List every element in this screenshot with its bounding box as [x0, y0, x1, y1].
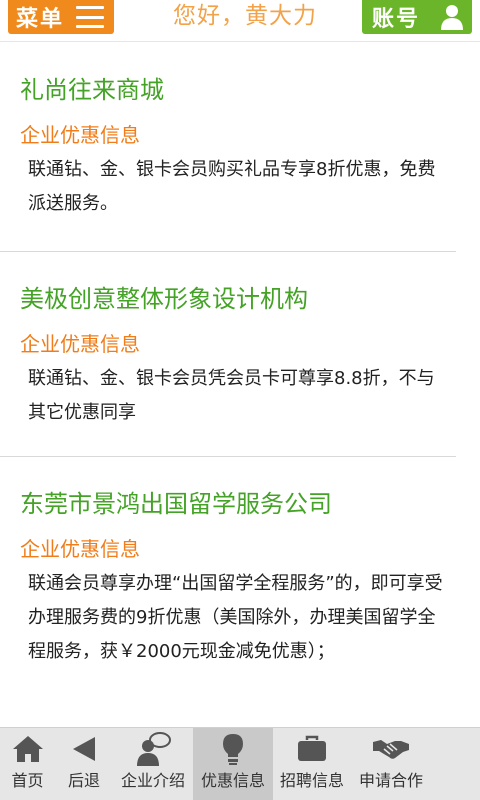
top-bar: 菜单 您好，黄大力 账号	[0, 0, 480, 42]
menu-button-label: 菜单	[16, 7, 65, 32]
nav-cooperation-label: 申请合作	[358, 771, 423, 790]
briefcase-icon	[273, 728, 351, 770]
bottom-nav: 首页 后退 企业介绍 优惠信息 招聘信息 申请合作	[0, 727, 480, 800]
nav-company-intro[interactable]: 企业介绍	[113, 728, 193, 800]
offer-description: 联通会员尊享办理“出国留学全程服务”的，即可享受办理服务费的9折优惠（美国除外，…	[28, 573, 443, 662]
offer-category: 企业优惠信息	[20, 123, 140, 147]
offer-company-name[interactable]: 美极创意整体形象设计机构	[20, 282, 456, 316]
offer-item[interactable]: 美极创意整体形象设计机构 企业优惠信息 联通钻、金、银卡会员凭会员卡可尊享8.8…	[0, 252, 456, 457]
nav-back[interactable]: 后退	[55, 728, 113, 800]
offer-description: 联通钻、金、银卡会员凭会员卡可尊享8.8折，不与其它优惠同享	[28, 368, 435, 423]
offer-list: 礼尚往来商城 企业优惠信息 联通钻、金、银卡会员购买礼品专享8折优惠，免费派送服…	[0, 43, 480, 727]
offer-category: 企业优惠信息	[20, 537, 140, 561]
nav-jobs[interactable]: 招聘信息	[273, 728, 351, 800]
offer-item[interactable]: 礼尚往来商城 企业优惠信息 联通钻、金、银卡会员购买礼品专享8折优惠，免费派送服…	[0, 43, 456, 252]
nav-jobs-label: 招聘信息	[279, 771, 344, 790]
offer-company-name[interactable]: 礼尚往来商城	[20, 73, 456, 107]
account-button-label: 账号	[372, 7, 421, 32]
nav-home-label: 首页	[11, 771, 44, 790]
hamburger-icon	[76, 6, 105, 28]
nav-back-label: 后退	[67, 771, 100, 790]
nav-company-intro-label: 企业介绍	[120, 771, 185, 790]
back-arrow-icon	[55, 728, 113, 770]
lightbulb-icon	[193, 728, 273, 770]
menu-button[interactable]: 菜单	[8, 0, 114, 34]
person-chat-icon	[113, 728, 193, 770]
handshake-icon	[351, 728, 431, 770]
nav-offers[interactable]: 优惠信息	[193, 728, 273, 800]
greeting-text: 您好，黄大力	[173, 3, 317, 29]
user-icon	[441, 5, 463, 30]
home-icon	[0, 728, 55, 770]
offer-description: 联通钻、金、银卡会员购买礼品专享8折优惠，免费派送服务。	[28, 159, 436, 214]
offer-company-name[interactable]: 东莞市景鸿出国留学服务公司	[20, 487, 456, 521]
offer-item[interactable]: 东莞市景鸿出国留学服务公司 企业优惠信息 联通会员尊享办理“出国留学全程服务”的…	[0, 457, 456, 669]
nav-offers-label: 优惠信息	[200, 771, 265, 790]
nav-cooperation[interactable]: 申请合作	[351, 728, 431, 800]
offer-category: 企业优惠信息	[20, 332, 140, 356]
account-button[interactable]: 账号	[362, 0, 472, 34]
nav-home[interactable]: 首页	[0, 728, 55, 800]
